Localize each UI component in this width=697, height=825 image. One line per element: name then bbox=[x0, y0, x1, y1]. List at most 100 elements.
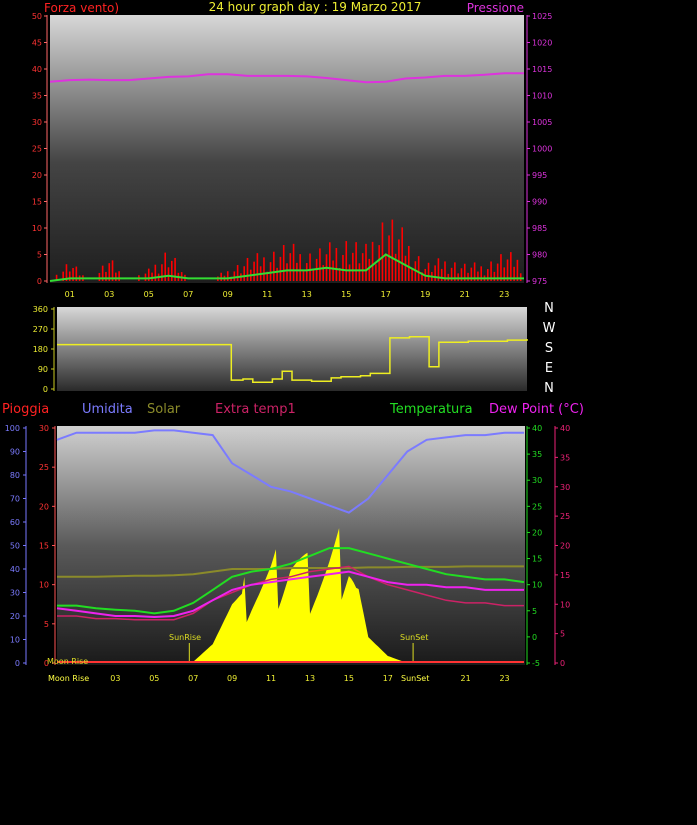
compass-n-bottom: N bbox=[544, 381, 554, 396]
hour-tick-label: 07 bbox=[183, 290, 193, 299]
hour-tick-label: 13 bbox=[302, 290, 312, 299]
rain-tick-label: 30 bbox=[39, 424, 49, 433]
chart-canvas: 0510152025303540455097598098599099510001… bbox=[2, 0, 584, 683]
direction-tick-label: 0 bbox=[43, 385, 48, 394]
compass-w: W bbox=[543, 321, 556, 336]
dew-tick-label: 40 bbox=[560, 424, 570, 433]
rain-tick-label: 5 bbox=[44, 620, 49, 629]
hour-tick-label: 21 bbox=[461, 674, 471, 683]
wind-tick-label: 35 bbox=[32, 92, 42, 101]
humidity-tick-label: 0 bbox=[15, 659, 20, 668]
direction-tick-label: 180 bbox=[33, 345, 48, 354]
wind-tick-label: 10 bbox=[32, 224, 42, 233]
pressure-tick-label: 975 bbox=[532, 277, 547, 286]
humidity-tick-label: 80 bbox=[10, 471, 20, 480]
dew-tick-label: 0 bbox=[560, 659, 565, 668]
hour-tick-label: 11 bbox=[266, 674, 276, 683]
dew-tick-label: 30 bbox=[560, 483, 570, 492]
hour-tick-label: 21 bbox=[460, 290, 470, 299]
pressure-axis-title: Pressione bbox=[467, 1, 524, 15]
hour-tick-label: 11 bbox=[262, 290, 272, 299]
pressure-tick-label: 1005 bbox=[532, 118, 552, 127]
humidity-tick-label: 30 bbox=[10, 589, 20, 598]
wind-axis-title: Forza vento) bbox=[44, 1, 119, 15]
hour-tick-label: 17 bbox=[383, 674, 393, 683]
dew-tick-label: 5 bbox=[560, 630, 565, 639]
legend-temperatura: Temperatura bbox=[389, 402, 473, 417]
compass-s: S bbox=[545, 341, 553, 356]
temp-tick-label: 0 bbox=[532, 633, 537, 642]
legend-dew-point: Dew Point (°C) bbox=[489, 402, 584, 417]
direction-tick-label: 270 bbox=[33, 325, 48, 334]
direction-tick-label: 360 bbox=[33, 305, 48, 314]
weather-graph: 0 5 10 15 20 25 30 35 40 45 50 975 980 985 990 995 1000 1… bbox=[0, 0, 697, 825]
rain-tick-label: 25 bbox=[39, 463, 49, 472]
direction-tick-label: 90 bbox=[38, 365, 48, 374]
humidity-tick-label: 20 bbox=[10, 612, 20, 621]
wind-tick-label: 0 bbox=[37, 277, 42, 286]
rain-tick-label: 20 bbox=[39, 502, 49, 511]
dew-tick-label: 35 bbox=[560, 453, 570, 462]
temp-tick-label: 30 bbox=[532, 476, 542, 485]
humidity-tick-label: 40 bbox=[10, 565, 20, 574]
hour-tick-label: 09 bbox=[227, 674, 237, 683]
hour-tick-label: 23 bbox=[499, 674, 509, 683]
hour-tick-label: 19 bbox=[420, 290, 430, 299]
hour-tick-label: 03 bbox=[110, 674, 120, 683]
hour-tick-label: 07 bbox=[188, 674, 198, 683]
legend-umidita: Umidita bbox=[82, 402, 133, 417]
wind-panel-bg bbox=[50, 15, 524, 283]
legend-pioggia: Pioggia bbox=[2, 402, 49, 417]
rain-tick-label: 10 bbox=[39, 581, 49, 590]
legend-solar: Solar bbox=[147, 402, 181, 417]
hour-tick-label: 15 bbox=[341, 290, 351, 299]
pressure-tick-label: 985 bbox=[532, 224, 547, 233]
dew-tick-label: 25 bbox=[560, 512, 570, 521]
temp-tick-label: 5 bbox=[532, 607, 537, 616]
temp-tick-label: 35 bbox=[532, 450, 542, 459]
dew-tick-label: 15 bbox=[560, 571, 570, 580]
wind-tick-label: 40 bbox=[32, 65, 42, 74]
dew-tick-label: 20 bbox=[560, 542, 570, 551]
hour-tick-label: 03 bbox=[104, 290, 114, 299]
compass-e: E bbox=[545, 361, 553, 376]
pressure-tick-label: 980 bbox=[532, 251, 547, 260]
temp-tick-label: 40 bbox=[532, 424, 542, 433]
humidity-tick-label: 50 bbox=[10, 542, 20, 551]
sunset-bottom-label: SunSet bbox=[401, 674, 429, 683]
moonrise-label: Moon Rise bbox=[47, 657, 88, 666]
hour-tick-label: 17 bbox=[381, 290, 391, 299]
hour-tick-label: 23 bbox=[499, 290, 509, 299]
temp-tick-label: 10 bbox=[532, 581, 542, 590]
wind-tick-label: 5 bbox=[37, 251, 42, 260]
compass-n-top: N bbox=[544, 301, 554, 316]
pressure-tick-label: 1000 bbox=[532, 145, 552, 154]
temp-tick-label: 15 bbox=[532, 555, 542, 564]
hour-tick-label: 15 bbox=[344, 674, 354, 683]
hour-tick-label: 05 bbox=[144, 290, 154, 299]
humidity-tick-label: 90 bbox=[10, 448, 20, 457]
hour-tick-label: 05 bbox=[149, 674, 159, 683]
dew-tick-label: 10 bbox=[560, 600, 570, 609]
wind-tick-label: 20 bbox=[32, 171, 42, 180]
humidity-tick-label: 100 bbox=[5, 424, 20, 433]
pressure-tick-label: 1010 bbox=[532, 92, 552, 101]
pressure-tick-label: 990 bbox=[532, 198, 547, 207]
hour-tick-label: 01 bbox=[65, 290, 75, 299]
hour-tick-label: 09 bbox=[223, 290, 233, 299]
wind-tick-label: 30 bbox=[32, 118, 42, 127]
humidity-tick-label: 10 bbox=[10, 636, 20, 645]
wind-tick-label: 50 bbox=[32, 12, 42, 21]
pressure-tick-label: 995 bbox=[532, 171, 547, 180]
chart-title: 24 hour graph day : 19 Marzo 2017 bbox=[209, 0, 422, 14]
pressure-tick-label: 1015 bbox=[532, 65, 552, 74]
temp-tick-label: 20 bbox=[532, 528, 542, 537]
temp-tick-label: -5 bbox=[532, 659, 540, 668]
wind-tick-label: 25 bbox=[32, 145, 42, 154]
sunset-label: SunSet bbox=[400, 633, 428, 642]
pressure-tick-label: 1025 bbox=[532, 12, 552, 21]
moonrise-bottom-label: Moon Rise bbox=[48, 674, 89, 683]
wind-tick-label: 45 bbox=[32, 39, 42, 48]
wind-tick-label: 15 bbox=[32, 198, 42, 207]
legend-extra-temp: Extra temp1 bbox=[215, 402, 296, 417]
